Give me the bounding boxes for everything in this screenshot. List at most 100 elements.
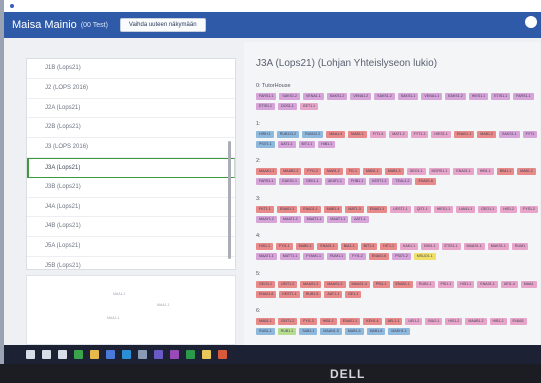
course-chip[interactable]: UEIT1.2 [277,280,298,288]
course-chip[interactable]: ENA01 [509,318,527,325]
course-chip[interactable]: AAT1.1 [324,290,343,298]
course-chip[interactable]: BIA1.1 [340,243,358,250]
course-chip[interactable]: SAKS1.1 [397,93,419,100]
course-chip[interactable]: GEO1.1 [406,168,426,175]
course-chip[interactable]: HIES1.1 [468,93,489,100]
course-item[interactable]: J5A (Lops21) [27,237,235,257]
course-chip[interactable]: MAAT1.1 [303,215,325,223]
course-chip[interactable]: GEO1.1 [256,280,275,288]
course-chip[interactable]: MORS1.1 [428,168,451,175]
course-item[interactable]: J3A (Lops21) [27,157,235,178]
course-chip[interactable]: SAKS1.2 [326,93,348,100]
course-chip[interactable]: MAA1 [520,280,537,288]
course-chip[interactable]: RUM12.2 [302,130,324,138]
course-chip[interactable]: ENA01.1 [339,318,361,325]
excel-icon[interactable] [186,350,195,359]
course-chip[interactable]: RUB1.5 [302,290,322,298]
course-chip[interactable]: GEIT1.2 [277,318,298,325]
course-chip[interactable]: HIES1.1 [433,205,454,213]
course-chip[interactable]: HIT1.1 [380,243,397,250]
course-chip[interactable]: AAT1.1 [277,140,296,148]
course-chip[interactable]: HIB1.2 [489,318,507,325]
course-chip[interactable]: MAB1.4 [323,205,343,213]
course-chip[interactable]: EAKS1.1 [279,178,300,185]
course-chip[interactable]: AEL1.1 [384,318,403,325]
switch-view-button[interactable]: Vaihda uuteen näkymään [119,18,206,32]
course-chip[interactable]: SAKS1.2 [374,93,395,100]
course-chip[interactable]: TEAL1.2 [392,178,413,185]
course-chip[interactable]: VENA1.1 [421,93,443,100]
course-chip[interactable]: MAAS1.2 [324,280,346,288]
course-chip[interactable]: MAB1.2 [477,130,496,138]
course-chip[interactable]: ENA01.1 [366,205,388,213]
course-chip[interactable]: MAAS1.1 [463,243,485,250]
course-chip[interactable]: MAAB1.2 [465,318,487,325]
course-chip[interactable]: PSI1.1 [437,280,455,288]
course-chip[interactable]: HIS1.1 [256,243,273,250]
course-chip[interactable]: RUB1.1 [256,328,275,335]
course-chip[interactable]: RUB113.2 [276,130,300,138]
course-chip[interactable]: MAAK1.1 [256,168,278,175]
edge-icon[interactable] [122,350,131,359]
course-chip[interactable]: GE1.1 [345,290,362,298]
course-chip[interactable]: FYT1 [522,130,538,138]
course-chip[interactable]: ENA01.6 [415,178,436,185]
teams-icon[interactable] [154,350,163,359]
course-chip[interactable]: MAA1.4 [326,130,346,138]
course-chip[interactable]: ENA01.1 [392,280,413,288]
course-chip[interactable]: VENA1.2 [350,93,372,100]
course-chip[interactable]: RUM1 [511,243,529,250]
course-chip[interactable]: GEO1.1 [478,205,498,213]
course-item[interactable]: J2A (Lops21) [27,99,235,119]
course-chip[interactable]: KAK1.1 [399,243,419,250]
course-chip[interactable]: DOS1.1 [277,103,297,110]
course-chip[interactable]: MAB1.1 [348,130,367,138]
course-chip[interactable]: BIT1.1 [298,140,316,148]
course-chip[interactable]: FYI1.2 [349,253,366,260]
course-chip[interactable]: MAKS1.1 [487,243,509,250]
course-chip[interactable]: ENA01.1 [300,205,321,213]
course-chip[interactable]: FYT1.3 [410,130,429,138]
course-chip[interactable]: SAKS1.2 [279,93,300,100]
course-chip[interactable]: FARS1.1 [513,93,534,100]
course-item[interactable]: J5B (Lops21) [27,257,235,277]
browser-address-bar[interactable] [4,0,541,12]
course-chip[interactable]: UEI1.4 [500,280,518,288]
course-chip[interactable]: FI1.1 [345,168,360,175]
course-chip[interactable]: EAKS1.2 [445,93,466,100]
course-chip[interactable]: MAAB1.2 [280,168,302,175]
course-chip[interactable]: MAB0.1 [295,243,315,250]
course-chip[interactable]: PSI71.2 [392,253,411,260]
course-chip[interactable]: HIS1.2 [445,318,463,325]
powerpoint-icon[interactable] [218,350,227,359]
course-chip[interactable]: BIM1.1 [496,168,515,175]
profile-toggle-icon[interactable] [525,16,537,28]
course-chip[interactable]: ETIS1.1 [441,243,461,250]
course-chip[interactable]: FARS1.1 [256,178,277,185]
task-view-icon[interactable] [58,350,67,359]
course-chip[interactable]: KEST1.2 [369,178,390,185]
course-chip[interactable]: RUB1.1 [415,280,435,288]
course-chip[interactable]: UEAT1.1 [324,178,345,185]
course-item[interactable]: J2B (Lops21) [27,118,235,139]
course-chip[interactable]: EMI1.1 [421,243,439,250]
course-chip[interactable]: PSI1.1 [372,280,390,288]
course-chip[interactable]: SAKS1.1 [499,130,520,138]
course-chip[interactable]: HIB1.1 [319,318,337,325]
course-chip[interactable]: BIU2.1 [425,318,443,325]
course-chip[interactable]: GET1.1 [299,103,319,110]
course-chip[interactable]: MSUO1.1 [413,253,436,260]
course-chip[interactable]: HIB1.1 [318,140,336,148]
course-chip[interactable]: FYI1.3 [300,318,317,325]
chrome-icon[interactable] [74,350,83,359]
onenote-icon[interactable] [170,350,179,359]
course-chip[interactable]: MAB1.5 [344,328,364,335]
course-chip[interactable]: RUM1.1 [326,253,347,260]
search-icon[interactable] [42,350,51,359]
course-chip[interactable]: HIS1.2 [500,205,518,213]
course-chip[interactable]: MAAY1.2 [256,215,277,223]
course-list-scrollbar[interactable] [228,141,231,259]
site-info-icon[interactable] [10,4,14,8]
course-chip[interactable]: QIT1.1 [413,205,431,213]
course-chip[interactable]: HIES1.1 [431,130,451,138]
